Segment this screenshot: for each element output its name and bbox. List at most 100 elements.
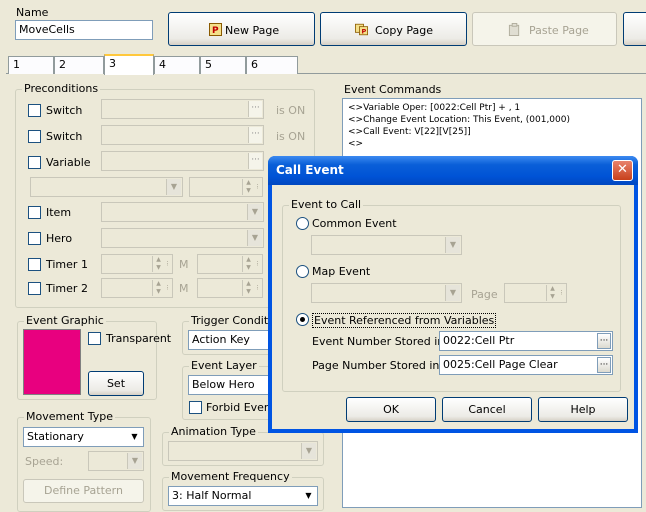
dialog-title: Call Event bbox=[276, 163, 344, 177]
toolbar-button-clipped[interactable] bbox=[623, 12, 646, 46]
variable-value-spinner[interactable]: ▲ ▼ ⁝ bbox=[189, 177, 263, 197]
animation-type-title: Animation Type bbox=[169, 425, 258, 439]
copy-page-icon: P bbox=[355, 23, 368, 36]
event-command-line[interactable]: <>Variable Oper: [0022:Cell Ptr] + , 1 bbox=[348, 102, 520, 114]
movement-type-title: Movement Type bbox=[24, 410, 116, 424]
variable-label: Variable bbox=[46, 156, 91, 169]
map-event-combo[interactable]: ▼ bbox=[311, 283, 462, 303]
page-number-field[interactable]: 0025:Cell Page Clear ··· bbox=[439, 355, 613, 375]
variable-operator-combo[interactable]: ▼ bbox=[30, 177, 183, 197]
timer2-m-label: M bbox=[179, 282, 189, 295]
transparent-checkbox[interactable] bbox=[88, 332, 101, 345]
ellipsis-icon[interactable]: ··· bbox=[597, 333, 611, 349]
event-command-line[interactable]: <> bbox=[348, 138, 363, 150]
name-label: Name bbox=[16, 6, 49, 19]
svg-text:P: P bbox=[362, 28, 367, 36]
timer1-m-label: M bbox=[179, 258, 189, 271]
movement-frequency-combo[interactable]: 3: Half Normal ▼ bbox=[168, 486, 318, 506]
chevron-down-icon: ▼ bbox=[301, 488, 316, 504]
name-input[interactable]: MoveCells bbox=[15, 20, 153, 40]
event-referenced-label: Event Referenced from Variables bbox=[312, 313, 497, 328]
item-label: Item bbox=[46, 206, 72, 219]
timer1-checkbox[interactable] bbox=[28, 258, 41, 271]
ellipsis-icon[interactable]: ··· bbox=[248, 127, 262, 143]
hero-combo[interactable]: ▼ bbox=[101, 228, 264, 248]
tab-1[interactable]: 1 bbox=[8, 56, 54, 74]
timer2-min-spinner[interactable]: ▲ ▼ ⁝ bbox=[101, 278, 173, 298]
movement-frequency-title: Movement Frequency bbox=[169, 470, 292, 484]
speed-combo[interactable]: ▼ bbox=[88, 451, 144, 471]
event-number-label: Event Number Stored in bbox=[312, 335, 445, 348]
ellipsis-icon[interactable]: ··· bbox=[248, 153, 262, 169]
forbid-event-checkbox[interactable] bbox=[189, 401, 202, 414]
spin-arrows-icon[interactable]: ▲ ▼ bbox=[546, 285, 558, 301]
ellipsis-icon[interactable]: ··· bbox=[248, 101, 262, 117]
event-layer-title: Event Layer bbox=[189, 359, 259, 373]
speed-label: Speed: bbox=[25, 455, 64, 468]
trigger-condition-combo[interactable]: Action Key bbox=[188, 330, 274, 350]
forbid-event-label: Forbid Event bbox=[206, 401, 276, 414]
spin-arrows-icon[interactable]: ▲ ▼ bbox=[242, 256, 254, 272]
call-event-dialog: Call Event ✕ Event to Call Common Event … bbox=[268, 156, 638, 433]
timer1-min-spinner[interactable]: ▲ ▼ ⁝ bbox=[101, 254, 173, 274]
set-graphic-button[interactable]: Set bbox=[88, 371, 144, 396]
item-checkbox[interactable] bbox=[28, 206, 41, 219]
page-number-label: Page Number Stored in bbox=[312, 359, 440, 372]
timer2-sec-spinner[interactable]: ▲ ▼ ⁝ bbox=[197, 278, 263, 298]
tab-6[interactable]: 6 bbox=[246, 56, 298, 74]
map-event-radio[interactable] bbox=[296, 265, 309, 278]
chevron-down-icon: ▼ bbox=[166, 179, 181, 195]
item-combo[interactable]: ▼ bbox=[101, 202, 264, 222]
switch1-checkbox[interactable] bbox=[28, 104, 41, 117]
timer2-label: Timer 2 bbox=[46, 282, 88, 295]
switch2-checkbox[interactable] bbox=[28, 130, 41, 143]
timer1-label: Timer 1 bbox=[46, 258, 88, 271]
tab-4[interactable]: 4 bbox=[154, 56, 200, 74]
common-event-radio[interactable] bbox=[296, 217, 309, 230]
define-pattern-button[interactable]: Define Pattern bbox=[23, 479, 144, 503]
timer2-checkbox[interactable] bbox=[28, 282, 41, 295]
event-layer-combo[interactable]: Below Hero bbox=[188, 375, 274, 395]
chevron-down-icon: ▼ bbox=[127, 453, 142, 469]
switch2-is-on: is ON bbox=[276, 130, 306, 143]
tab-2[interactable]: 2 bbox=[54, 56, 104, 74]
event-command-line[interactable]: <>Change Event Location: This Event, (00… bbox=[348, 114, 570, 126]
dialog-client: Event to Call Common Event ▼ Map Event ▼… bbox=[272, 185, 634, 429]
variable-checkbox[interactable] bbox=[28, 156, 41, 169]
switch1-label: Switch bbox=[46, 104, 83, 117]
timer1-sec-spinner[interactable]: ▲ ▼ ⁝ bbox=[197, 254, 263, 274]
spin-arrows-icon[interactable]: ▲ ▼ bbox=[152, 256, 164, 272]
movement-type-combo[interactable]: Stationary ▼ bbox=[23, 427, 144, 447]
variable-field[interactable]: ··· bbox=[101, 151, 264, 171]
spin-arrows-icon[interactable]: ▲ ▼ bbox=[242, 280, 254, 296]
cancel-button[interactable]: Cancel bbox=[442, 397, 532, 422]
switch2-field[interactable]: ··· bbox=[101, 125, 264, 145]
event-number-field[interactable]: 0022:Cell Ptr ··· bbox=[439, 331, 613, 351]
spin-arrows-icon[interactable]: ▲ ▼ bbox=[242, 179, 254, 195]
spin-arrows-icon[interactable]: ▲ ▼ bbox=[152, 280, 164, 296]
page-label: Page bbox=[471, 288, 498, 301]
switch1-field[interactable]: ··· bbox=[101, 99, 264, 119]
event-graphic-swatch[interactable] bbox=[23, 329, 81, 395]
tab-3[interactable]: 3 bbox=[104, 54, 154, 75]
paste-page-button[interactable]: Paste Page bbox=[472, 12, 617, 46]
ok-button[interactable]: OK bbox=[346, 397, 436, 422]
animation-type-combo[interactable]: ▼ bbox=[168, 441, 318, 461]
dialog-titlebar[interactable]: Call Event ✕ bbox=[268, 156, 638, 185]
transparent-label: Transparent bbox=[106, 332, 172, 345]
preconditions-title: Preconditions bbox=[22, 82, 101, 96]
map-event-label: Map Event bbox=[312, 265, 371, 278]
page-spinner[interactable]: ▲ ▼ ⁝ bbox=[504, 283, 567, 303]
new-page-button[interactable]: P New Page bbox=[168, 12, 315, 46]
event-command-line[interactable]: <>Call Event: V[22][V[25]] bbox=[348, 126, 471, 138]
event-referenced-radio[interactable] bbox=[296, 313, 309, 326]
help-button[interactable]: Help bbox=[538, 397, 628, 422]
close-icon[interactable]: ✕ bbox=[612, 160, 633, 181]
switch2-label: Switch bbox=[46, 130, 83, 143]
hero-checkbox[interactable] bbox=[28, 232, 41, 245]
common-event-combo[interactable]: ▼ bbox=[311, 235, 462, 255]
common-event-label: Common Event bbox=[312, 217, 397, 230]
tab-5[interactable]: 5 bbox=[200, 56, 246, 74]
ellipsis-icon[interactable]: ··· bbox=[597, 357, 611, 373]
copy-page-button[interactable]: P Copy Page bbox=[320, 12, 467, 46]
